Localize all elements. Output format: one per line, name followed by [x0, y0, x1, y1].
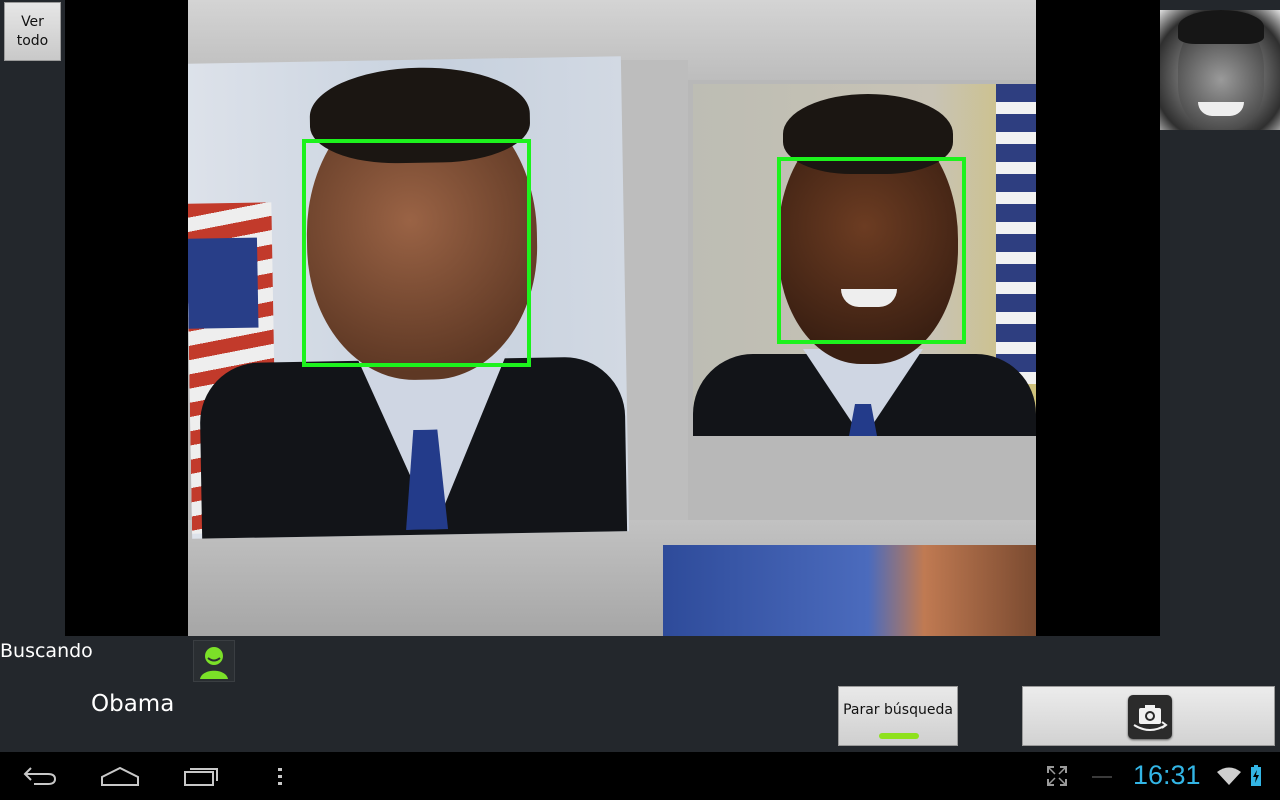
wifi-icon	[1215, 752, 1243, 800]
view-all-button[interactable]: Ver todo	[4, 2, 61, 61]
recent-apps-icon[interactable]	[182, 752, 220, 800]
stop-search-label: Parar búsqueda	[843, 702, 953, 718]
matched-face-thumbnail[interactable]	[1160, 10, 1280, 130]
photo-bottom	[663, 545, 1036, 636]
clock: 16:31	[1133, 760, 1201, 790]
board-gap	[618, 60, 688, 530]
thumbnail-smile	[1198, 102, 1244, 116]
thumbnail-hair	[1178, 10, 1264, 44]
search-status-text: Buscando	[0, 640, 93, 662]
back-icon[interactable]	[20, 752, 60, 800]
face-detection-box	[777, 157, 966, 344]
face-detection-box	[302, 139, 531, 367]
notification-divider	[1092, 776, 1112, 778]
camera-preview	[65, 0, 1160, 636]
flag-right	[996, 84, 1036, 384]
switch-camera-button[interactable]	[1022, 686, 1275, 746]
person-icon	[193, 640, 235, 682]
system-navigation-bar: 16:31	[0, 752, 1280, 800]
app-screen: Ver todo Buscando Obama Parar búsqueda 1…	[0, 0, 1280, 800]
home-icon[interactable]	[100, 752, 140, 800]
battery-icon	[1248, 752, 1264, 800]
active-indicator	[879, 733, 919, 739]
stop-search-button[interactable]: Parar búsqueda	[838, 686, 958, 746]
switch-camera-icon	[1128, 695, 1172, 739]
fullscreen-icon	[1044, 752, 1070, 800]
recognized-name: Obama	[91, 691, 175, 717]
menu-icon[interactable]	[272, 752, 288, 800]
flag-canton	[188, 237, 259, 329]
